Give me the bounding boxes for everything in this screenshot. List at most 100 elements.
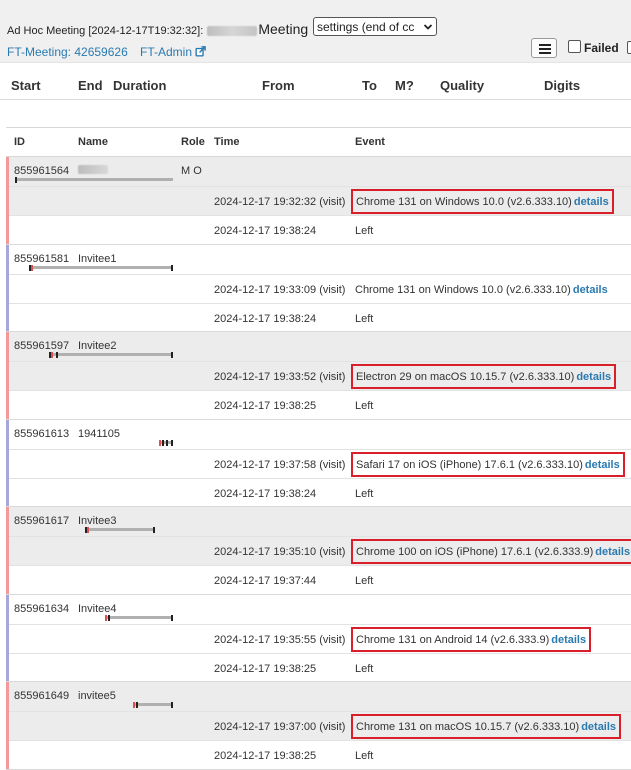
left-event-row: 2024-12-17 19:38:25 Left bbox=[9, 740, 631, 769]
event-time: 2024-12-17 19:37:58 (visit) bbox=[214, 458, 346, 471]
col-end[interactable]: End bbox=[78, 78, 103, 93]
event-text: Safari 17 on iOS (iPhone) 17.6.1 (v2.6.3… bbox=[356, 458, 583, 471]
participant-timeline bbox=[105, 614, 173, 621]
highlight-box: Chrome 131 on Windows 10.0 (v2.6.333.10)… bbox=[351, 189, 614, 214]
external-link-icon bbox=[195, 46, 207, 57]
participant-name: Invitee4 bbox=[78, 602, 117, 615]
list-view-button[interactable] bbox=[531, 38, 557, 58]
participant-row: 855961634 Invitee4 2024-12-17 19:35:55 (vi… bbox=[6, 594, 631, 682]
divider bbox=[0, 99, 631, 100]
details-link[interactable]: details bbox=[581, 721, 616, 733]
participant-row: 855961564 M O 2024-12-17 19:32:32 (visit) C… bbox=[6, 157, 631, 245]
event-cell: Left bbox=[355, 488, 373, 500]
timeline-marker bbox=[171, 702, 173, 708]
details-link[interactable]: details bbox=[585, 459, 620, 471]
timeline-marker bbox=[159, 439, 161, 446]
participant-id: 855961597 bbox=[14, 340, 70, 352]
event-cell: Chrome 131 on Windows 10.0 (v2.6.333.10)… bbox=[355, 284, 608, 296]
settings-select-value: settings (end of cc bbox=[317, 20, 415, 34]
failed-checkbox[interactable] bbox=[568, 40, 581, 53]
participant-info-row: 855961634 Invitee4 bbox=[9, 595, 631, 624]
details-link[interactable]: details bbox=[573, 284, 608, 296]
event-text: Left bbox=[355, 487, 374, 500]
participant-groups: 855961564 M O 2024-12-17 19:32:32 (visit) C… bbox=[6, 157, 631, 770]
participant-name: Invitee2 bbox=[78, 340, 117, 352]
details-link[interactable]: details bbox=[574, 196, 609, 208]
col-to[interactable]: To bbox=[362, 78, 377, 93]
col-duration[interactable]: Duration bbox=[113, 78, 166, 93]
col-start[interactable]: Start bbox=[11, 78, 41, 93]
participant-role: M O bbox=[181, 165, 202, 177]
participant-name: invitee5 bbox=[78, 690, 116, 702]
event-text: Left bbox=[355, 750, 374, 762]
event-text: Left bbox=[355, 312, 374, 325]
col-m[interactable]: M? bbox=[395, 78, 414, 93]
event-cell: Left bbox=[355, 225, 373, 237]
participant-table: ID Name Role Time Event 855961564 M O 2024… bbox=[6, 127, 631, 770]
participant-timeline bbox=[15, 177, 173, 183]
details-link[interactable]: details bbox=[551, 634, 586, 646]
event-cell: Chrome 131 on Android 14 (v2.6.333.9) det… bbox=[351, 626, 592, 652]
timeline-marker bbox=[153, 527, 155, 533]
event-text: Chrome 131 on macOS 10.15.7 (v2.6.333.10… bbox=[356, 721, 580, 733]
timeline-marker bbox=[133, 702, 135, 708]
participant-info-row: 855961564 M O bbox=[9, 157, 631, 186]
highlight-box: Chrome 131 on macOS 10.15.7 (v2.6.333.10… bbox=[351, 714, 622, 739]
participant-timeline bbox=[133, 702, 173, 708]
timeline-marker bbox=[162, 439, 164, 446]
highlight-box: Electron 29 on macOS 10.15.7 (v2.6.333.1… bbox=[351, 364, 617, 389]
participant-row: 855961617 Invitee3 2024-12-17 19:35:10 (vi… bbox=[6, 507, 631, 595]
participant-id: 855961581 bbox=[14, 252, 70, 265]
settings-select[interactable]: settings (end of cc bbox=[313, 17, 437, 36]
event-time: 2024-12-17 19:38:24 bbox=[214, 487, 317, 500]
event-time: 2024-12-17 19:35:10 (visit) bbox=[214, 546, 346, 558]
failed-filter[interactable]: Failed bbox=[568, 40, 619, 55]
meeting-title-suffix: Meeting bbox=[258, 21, 309, 37]
details-link[interactable]: details bbox=[576, 371, 611, 383]
visit-event-row: 2024-12-17 19:32:32 (visit) Chrome 131 on… bbox=[9, 186, 631, 216]
event-time: 2024-12-17 19:32:32 (visit) bbox=[214, 196, 346, 208]
event-time: 2024-12-17 19:38:25 bbox=[214, 662, 317, 675]
col-digits[interactable]: Digits bbox=[544, 78, 580, 93]
timeline-marker bbox=[108, 614, 110, 621]
ft-admin-link[interactable]: FT-Admin bbox=[140, 45, 207, 59]
col-from[interactable]: From bbox=[262, 78, 295, 93]
event-text: Left bbox=[355, 225, 374, 237]
redacted-name bbox=[78, 165, 108, 174]
col-id: ID bbox=[14, 136, 25, 148]
timeline-marker bbox=[171, 264, 173, 271]
visit-event-row: 2024-12-17 19:33:09 (visit) Chrome 131 on… bbox=[9, 273, 631, 304]
highlight-box: Safari 17 on iOS (iPhone) 17.6.1 (v2.6.3… bbox=[351, 451, 625, 477]
meeting-title: Ad Hoc Meeting [2024-12-17T19:32:32]: Me… bbox=[7, 21, 308, 37]
participant-id: 855961634 bbox=[14, 602, 70, 615]
ft-admin-label: FT-Admin bbox=[140, 45, 193, 59]
event-cell: Chrome 131 on Windows 10.0 (v2.6.333.10)… bbox=[351, 189, 614, 214]
col-event: Event bbox=[355, 136, 385, 148]
event-text: Chrome 131 on Windows 10.0 (v2.6.333.10) bbox=[356, 196, 572, 208]
visit-event-row: 2024-12-17 19:35:55 (visit) Chrome 131 on… bbox=[9, 623, 631, 654]
left-event-row: 2024-12-17 19:38:24 Left bbox=[9, 215, 631, 244]
event-cell: Chrome 131 on macOS 10.15.7 (v2.6.333.10… bbox=[351, 714, 622, 739]
timeline-marker bbox=[105, 614, 107, 621]
ft-meeting-link[interactable]: FT-Meeting: 42659626 bbox=[7, 45, 128, 59]
col-quality[interactable]: Quality bbox=[440, 78, 484, 93]
participant-table-header: ID Name Role Time Event bbox=[6, 127, 631, 157]
meeting-header: Ad Hoc Meeting [2024-12-17T19:32:32]: Me… bbox=[0, 0, 631, 63]
event-cell: Left bbox=[355, 750, 373, 762]
participant-info-row: 855961613 1941105 bbox=[9, 420, 631, 449]
left-event-row: 2024-12-17 19:38:24 Left bbox=[9, 477, 631, 507]
meeting-title-prefix: Ad Hoc Meeting [2024-12-17T19:32:32]: bbox=[7, 25, 204, 37]
event-time: 2024-12-17 19:37:44 bbox=[214, 575, 317, 587]
details-link[interactable]: details bbox=[595, 546, 630, 558]
participant-timeline bbox=[49, 352, 173, 358]
event-time: 2024-12-17 19:33:52 (visit) bbox=[214, 371, 346, 383]
participant-name bbox=[78, 165, 108, 177]
left-event-row: 2024-12-17 19:37:44 Left bbox=[9, 565, 631, 594]
participant-row: 855961581 Invitee1 2024-12-17 19:33:09 (vi… bbox=[6, 244, 631, 332]
extra-checkbox[interactable] bbox=[627, 41, 631, 54]
participant-timeline bbox=[85, 527, 155, 533]
visit-event-row: 2024-12-17 19:37:00 (visit) Chrome 131 on… bbox=[9, 711, 631, 741]
event-text: Left bbox=[355, 575, 374, 587]
event-time: 2024-12-17 19:38:25 bbox=[214, 750, 317, 762]
participant-info-row: 855961581 Invitee1 bbox=[9, 245, 631, 274]
